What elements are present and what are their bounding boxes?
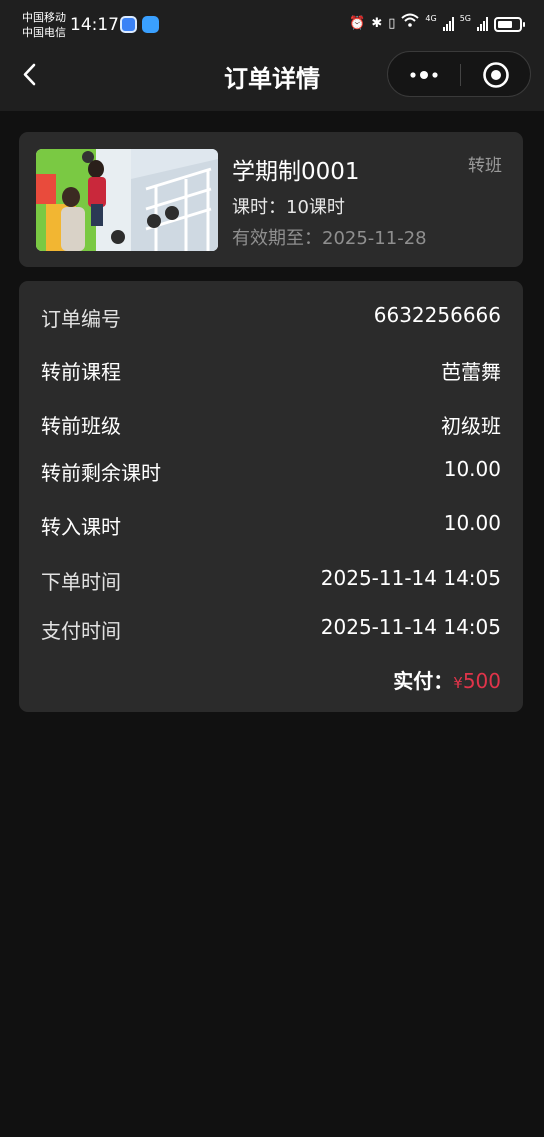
pay-time-value: 2025-11-14 14:05 [320, 615, 501, 639]
more-dots-icon [410, 71, 438, 79]
signal-1-icon [442, 17, 454, 31]
wifi-icon [401, 12, 420, 36]
pay-time-label: 支付时间 [41, 619, 121, 643]
vibrate-icon: ▯ [388, 16, 396, 31]
mini-program-capsule [387, 51, 531, 97]
transfer-in-hours-label: 转入课时 [41, 515, 121, 539]
status-bar: 中国移动 中国电信 14:17 ⏰ ✱ ▯ 4G 5G [0, 0, 544, 50]
order-detail-card: 订单编号 6632256666 转前课程 芭蕾舞 转前班级 初级班 转前剩余课时… [19, 281, 523, 712]
order-time-label: 下单时间 [41, 570, 121, 594]
chevron-left-icon [23, 63, 36, 86]
bluetooth-icon: ✱ [371, 16, 383, 31]
order-no-label: 订单编号 [41, 307, 121, 331]
currency-symbol: ¥ [453, 674, 463, 692]
app-notification-icon [120, 16, 137, 33]
network-type-2: 5G [459, 13, 471, 23]
carrier-2: 中国电信 [22, 26, 66, 39]
target-close-icon [483, 62, 509, 88]
course-expiry: 有效期至：2025-11-28 [232, 228, 427, 249]
course-card[interactable]: 学期制0001 转班 课时：10课时 有效期至：2025-11-28 [19, 132, 523, 267]
remaining-hours-label: 转前剩余课时 [41, 461, 161, 485]
close-button[interactable] [461, 52, 531, 98]
from-class-value: 初级班 [441, 414, 501, 438]
from-course-value: 芭蕾舞 [441, 360, 501, 384]
battery-icon [494, 16, 525, 32]
course-thumbnail [36, 149, 218, 251]
nav-bar: 订单详情 [0, 50, 544, 111]
signal-2-icon [477, 17, 488, 31]
cloud-notification-icon [142, 16, 159, 33]
order-no-value: 6632256666 [373, 303, 501, 327]
course-hours: 课时：10课时 [232, 197, 345, 218]
carrier-info: 中国移动 中国电信 [22, 10, 66, 40]
back-button[interactable] [16, 60, 46, 90]
from-course-label: 转前课程 [41, 360, 121, 384]
order-time-value: 2025-11-14 14:05 [320, 566, 501, 590]
system-icons: ⏰ ✱ ▯ 4G 5G [349, 12, 525, 36]
carrier-1: 中国移动 [22, 11, 66, 24]
network-type-1: 4G [425, 13, 437, 23]
from-class-label: 转前班级 [41, 414, 121, 438]
course-name: 学期制0001 [232, 159, 360, 185]
more-button[interactable] [388, 52, 460, 98]
transfer-tag: 转班 [468, 156, 502, 176]
paid-total: 实付：¥500 [393, 665, 501, 694]
remaining-hours-value: 10.00 [443, 457, 501, 481]
alarm-icon: ⏰ [349, 16, 366, 31]
course-image [36, 149, 218, 251]
transfer-in-hours-value: 10.00 [443, 511, 501, 535]
paid-label: 实付： [393, 669, 454, 693]
status-time: 14:17 [70, 15, 119, 35]
paid-amount: 500 [462, 669, 501, 693]
